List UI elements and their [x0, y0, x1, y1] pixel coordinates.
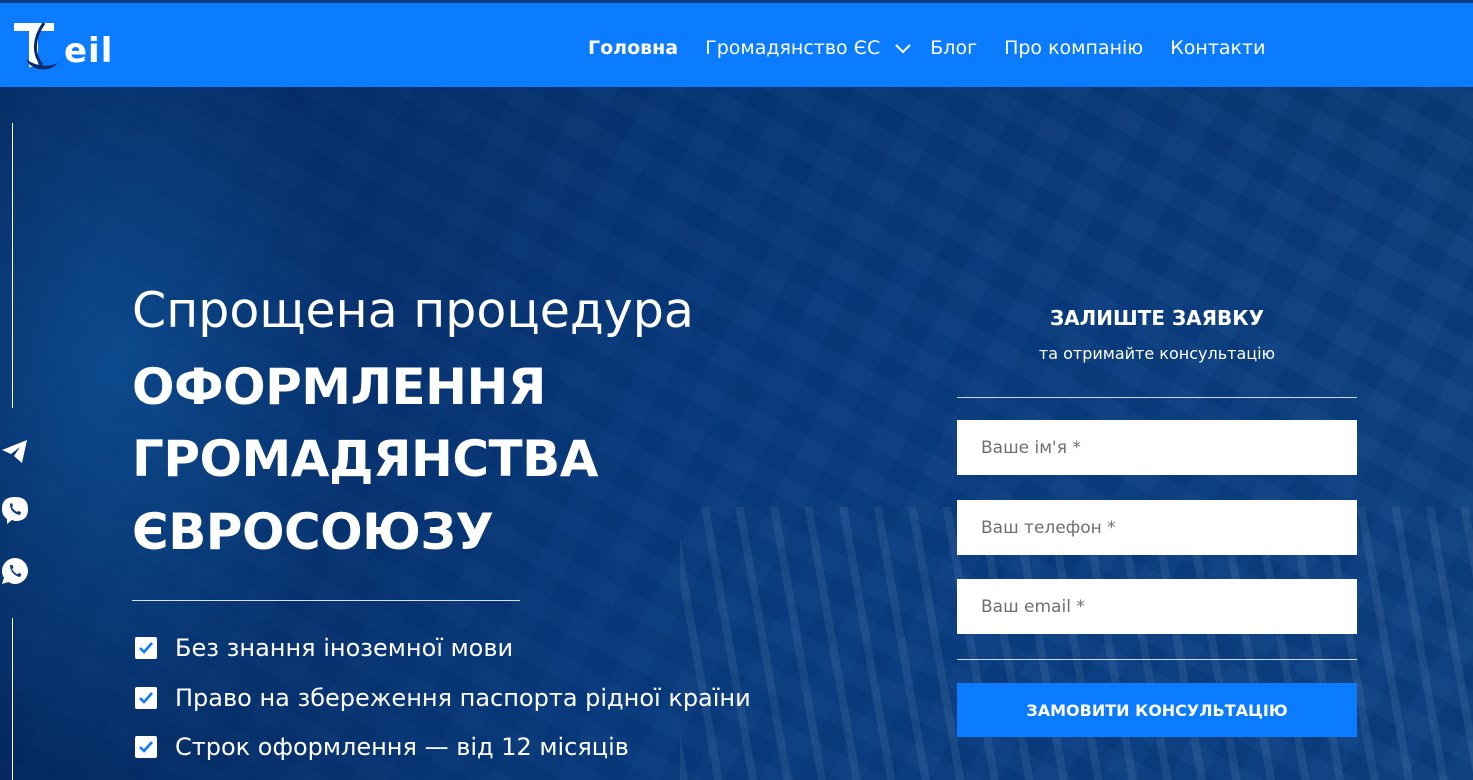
chevron-down-icon[interactable] [894, 39, 912, 57]
nav-about[interactable]: Про компанію [1004, 37, 1143, 59]
whatsapp-icon[interactable] [0, 556, 30, 586]
hero-title-bold-3: ЄВРОСОЮЗУ [132, 503, 494, 561]
order-consultation-button[interactable]: ЗАМОВИТИ КОНСУЛЬТАЦІЮ [957, 683, 1357, 737]
nav-eu-citizenship[interactable]: Громадянство ЄС [705, 37, 912, 59]
feature-text: Право на збереження паспорта рідної краї… [175, 684, 751, 712]
checkbox-icon [135, 687, 157, 709]
hero-title-bold-1: ОФОРМЛЕННЯ [132, 358, 546, 416]
side-line-top [12, 123, 13, 408]
phone-input[interactable] [957, 500, 1357, 555]
feature-item: Право на збереження паспорта рідної краї… [135, 684, 751, 712]
form-divider-top [957, 397, 1357, 398]
side-line-bottom [12, 618, 13, 780]
hero-title-light: Спрощена процедура [132, 282, 694, 339]
feature-text: Без знання іноземної мови [175, 634, 514, 662]
feature-text: Строк оформлення — від 12 місяців [175, 733, 629, 761]
form-subtitle: та отримайте консультацію [1038, 344, 1276, 363]
checkbox-icon [135, 637, 157, 659]
form-divider-bottom [957, 659, 1357, 660]
nav-eu-citizenship-label[interactable]: Громадянство ЄС [705, 37, 880, 59]
nav-home[interactable]: Головна [588, 37, 678, 59]
hero-title-bold-2: ГРОМАДЯНСТВА [132, 430, 598, 488]
telegram-icon[interactable] [0, 436, 30, 466]
name-input[interactable] [957, 420, 1357, 475]
teil-logo-icon [14, 22, 58, 70]
hero-divider [132, 600, 520, 601]
nav-blog[interactable]: Блог [930, 37, 977, 59]
main-nav: Головна Громадянство ЄС Блог Про компані… [588, 33, 1292, 63]
feature-item: Без знання іноземної мови [135, 634, 513, 662]
nav-contacts[interactable]: Контакти [1170, 37, 1265, 59]
site-header: eil Головна Громадянство ЄС Блог Про ком… [0, 3, 1473, 87]
logo-text: eil [64, 31, 114, 71]
form-title: ЗАЛИШТЕ ЗАЯВКУ [1049, 306, 1265, 330]
viber-icon[interactable] [0, 495, 30, 525]
feature-item: Строк оформлення — від 12 місяців [135, 733, 629, 761]
checkbox-icon [135, 736, 157, 758]
site-logo[interactable]: eil [12, 19, 112, 73]
email-input[interactable] [957, 579, 1357, 634]
